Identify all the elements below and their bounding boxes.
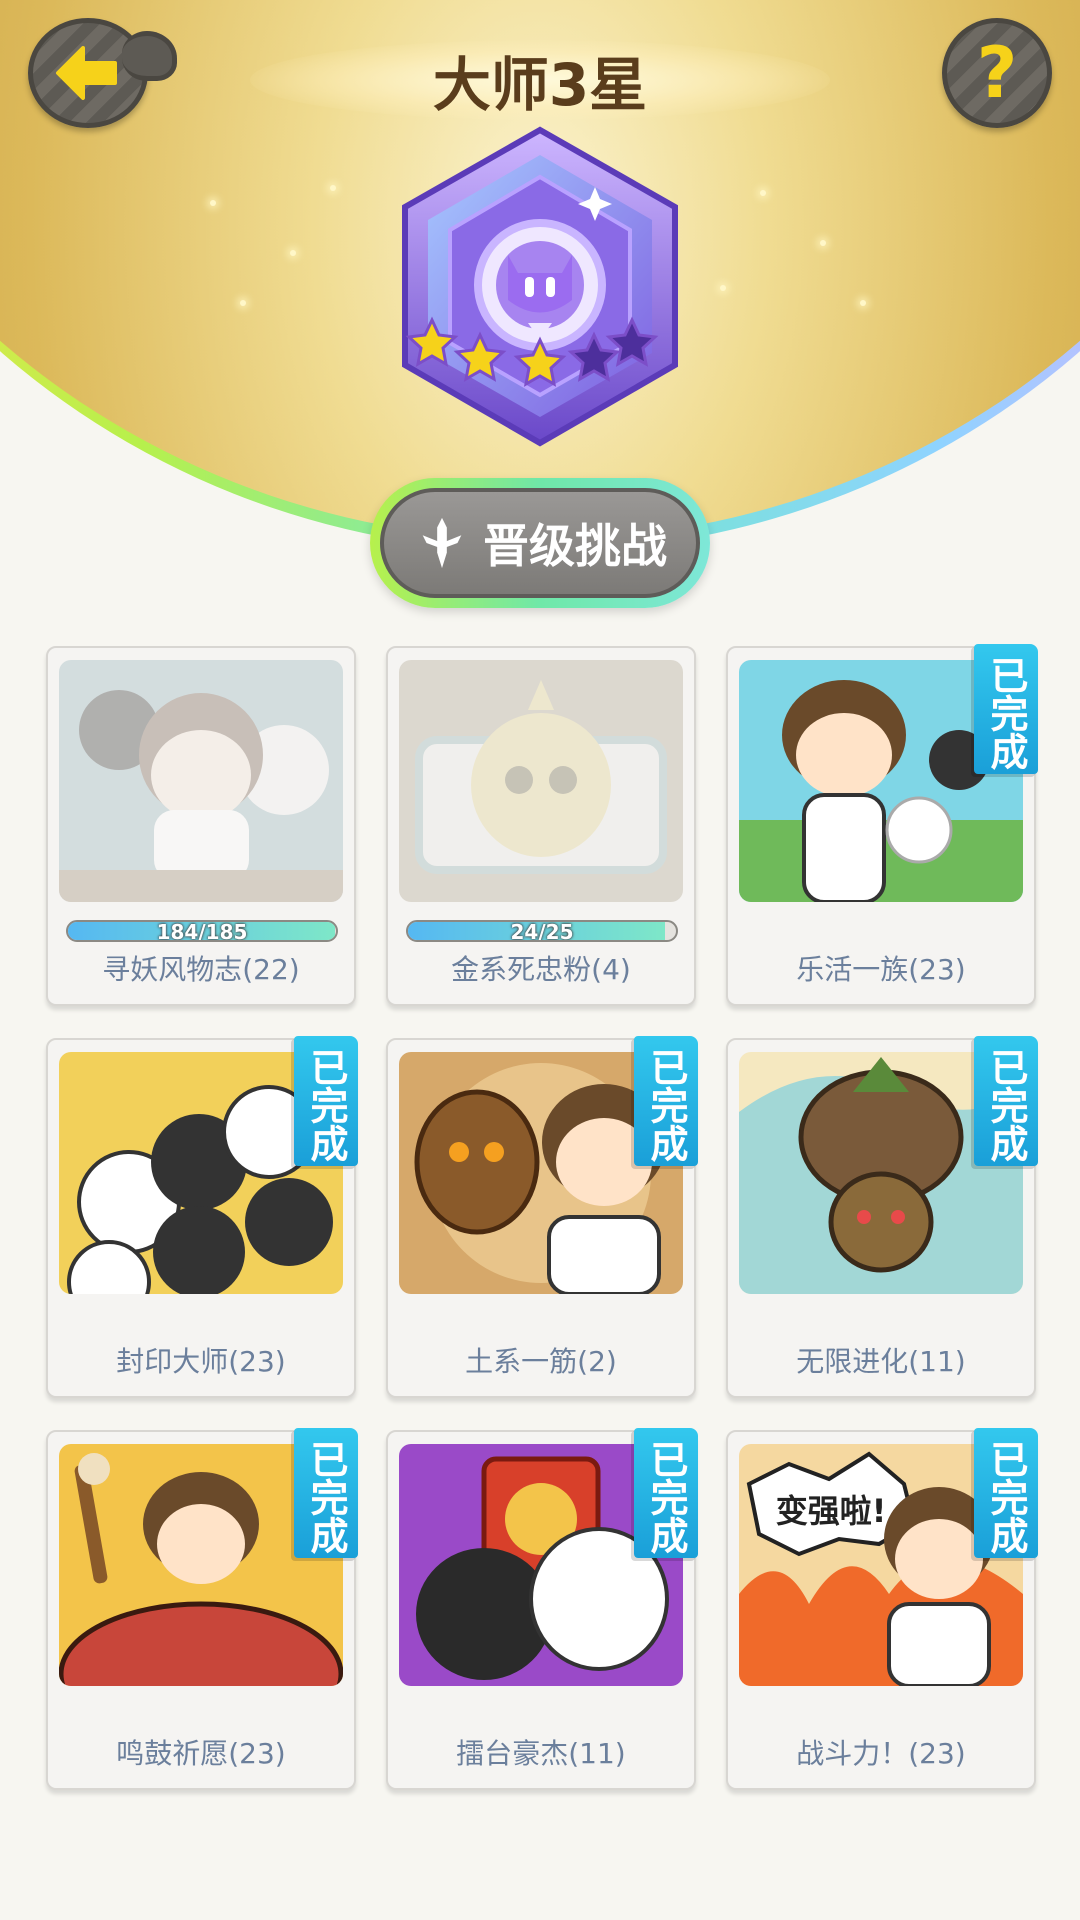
- completed-badge: 已完成: [974, 1428, 1038, 1558]
- completed-badge: 已完成: [974, 1036, 1038, 1166]
- completed-badge: 已完成: [294, 1428, 358, 1558]
- completed-badge: 已完成: [634, 1036, 698, 1166]
- achievement-card[interactable]: 已完成 擂台豪杰(11): [386, 1428, 698, 1790]
- achievement-label: 擂台豪杰(11): [456, 1737, 626, 1770]
- achievement-label: 无限进化(11): [796, 1345, 966, 1378]
- achievement-card[interactable]: 变强啦! 已完成 战斗力！(23): [726, 1428, 1038, 1790]
- progress-text: 24/25: [510, 920, 574, 942]
- achievement-progress-bar: 184/185: [66, 920, 338, 942]
- achievement-label: 金系死忠粉(4): [451, 953, 631, 986]
- achievement-card[interactable]: 已完成 鸣鼓祈愿(23): [46, 1428, 358, 1790]
- achievement-label: 战斗力！(23): [796, 1737, 966, 1770]
- challenge-button-label: 晋级挑战: [483, 519, 667, 573]
- achievement-label: 土系一筋(2): [465, 1345, 617, 1378]
- completed-badge: 已完成: [974, 644, 1038, 774]
- challenge-button-frame: 晋级挑战: [370, 478, 710, 608]
- achievement-label: 鸣鼓祈愿(23): [116, 1737, 286, 1770]
- page-title: 大师3星: [432, 51, 648, 119]
- help-icon: ?: [976, 32, 1018, 114]
- achievement-card[interactable]: 已完成 土系一筋(2): [386, 1036, 698, 1398]
- sword-icon: [422, 517, 462, 569]
- achievement-art: [399, 660, 683, 902]
- achievement-art: [59, 660, 343, 902]
- help-button[interactable]: ?: [942, 18, 1052, 128]
- achievement-card[interactable]: 184/185 寻妖风物志(22): [46, 646, 356, 1006]
- achievement-card[interactable]: 已完成 乐活一族(23): [726, 644, 1038, 1006]
- achievement-grid: 184/185 寻妖风物志(22) 24/25 金系死忠粉(4) 已完成 乐活一…: [46, 644, 1038, 1790]
- achievement-label: 乐活一族(23): [796, 953, 966, 986]
- achievement-card[interactable]: 已完成 无限进化(11): [726, 1036, 1038, 1398]
- speech-bubble-text: 变强啦!: [776, 1492, 887, 1530]
- achievement-card[interactable]: 已完成 封印大师(23): [46, 1036, 358, 1398]
- achievement-label: 封印大师(23): [116, 1345, 286, 1378]
- completed-badge: 已完成: [634, 1428, 698, 1558]
- achievement-progress-bar: 24/25: [406, 920, 678, 942]
- progress-text: 184/185: [156, 920, 248, 942]
- rank-badge: [390, 125, 690, 465]
- completed-badge: 已完成: [294, 1036, 358, 1166]
- achievement-card[interactable]: 24/25 金系死忠粉(4): [386, 646, 696, 1006]
- achievement-label: 寻妖风物志(22): [102, 953, 300, 986]
- challenge-button[interactable]: 晋级挑战: [380, 488, 700, 598]
